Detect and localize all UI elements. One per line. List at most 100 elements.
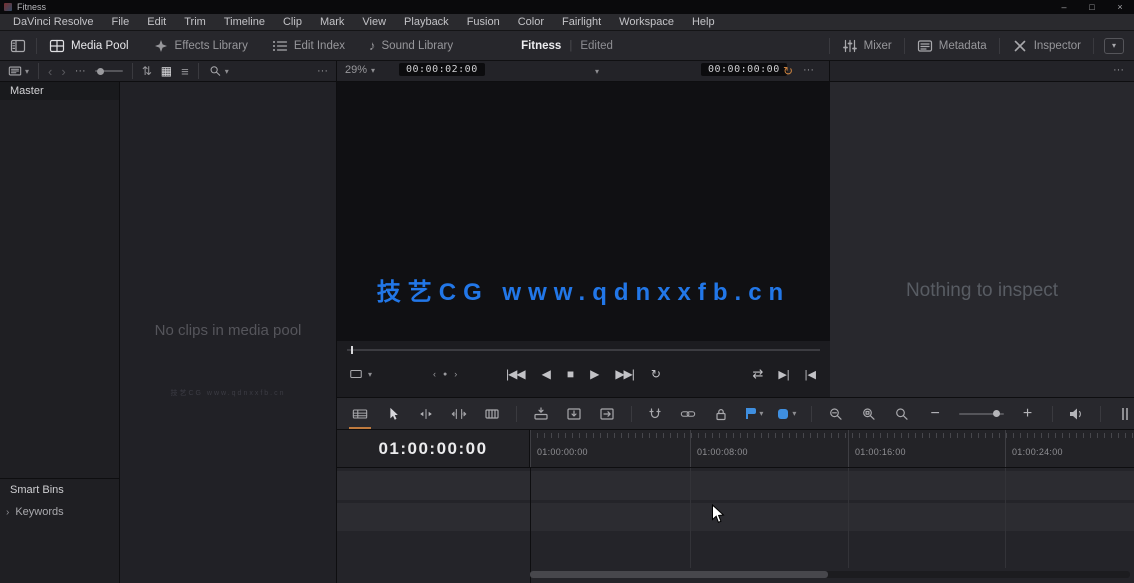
inspector-options-button[interactable]: ··· xyxy=(1113,64,1124,76)
stop-button[interactable]: ■ xyxy=(567,367,573,381)
media-pool-button[interactable]: Media Pool xyxy=(37,31,141,60)
effects-library-button[interactable]: Effects Library xyxy=(141,31,260,60)
timeline-view-options-button[interactable] xyxy=(351,403,369,425)
audio-track-lane[interactable] xyxy=(337,503,1134,531)
add-marker-dropdown[interactable]: ▾ xyxy=(778,403,796,425)
jog-control[interactable]: ‹ ● › xyxy=(433,369,457,379)
menu-timeline[interactable]: Timeline xyxy=(215,16,274,28)
timeline-select-dropdown[interactable]: ▾ xyxy=(595,67,599,76)
menu-trim[interactable]: Trim xyxy=(175,16,215,28)
sound-library-button[interactable]: ♪ Sound Library xyxy=(357,31,465,60)
thumbnail-view-button[interactable]: ▦ xyxy=(161,64,172,78)
audio-monitor-button[interactable] xyxy=(1067,403,1085,425)
linked-selection-button[interactable] xyxy=(679,403,697,425)
edit-index-icon xyxy=(272,39,288,53)
media-pool-panel-toggle-button[interactable] xyxy=(0,31,36,60)
aspect-icon xyxy=(349,368,363,380)
bin-master[interactable]: Master xyxy=(0,82,119,100)
timeline-zoom-slider[interactable] xyxy=(959,413,1003,415)
viewer-scrubber-bar[interactable] xyxy=(347,349,820,351)
timeline-timecode-display[interactable]: 01:00:00:00 xyxy=(337,430,530,467)
flag-clip-dropdown[interactable]: ▾ xyxy=(745,403,763,425)
bin-more-options-button[interactable]: ··· xyxy=(75,65,86,77)
media-pool-panel[interactable]: No clips in media pool 技艺CG www.qdnxxfb.… xyxy=(120,82,337,583)
timeline-ruler[interactable]: 01:00:00:00 01:00:08:00 01:00:16:00 01:0… xyxy=(530,430,1134,467)
minimize-button[interactable]: – xyxy=(1050,2,1078,12)
viewer-duration-timecode[interactable]: 00:00:02:00 xyxy=(399,63,485,76)
viewer-playhead[interactable] xyxy=(351,346,353,354)
replace-clip-icon xyxy=(599,407,615,421)
menu-clip[interactable]: Clip xyxy=(274,16,311,28)
viewer-video-area[interactable]: 技艺CG www.qdnxxfb.cn xyxy=(337,82,830,341)
blade-edit-mode-button[interactable] xyxy=(483,403,501,425)
media-pool-icon xyxy=(49,39,65,53)
maximize-button[interactable]: □ xyxy=(1078,2,1106,12)
bin-back-button[interactable]: ‹ xyxy=(48,64,52,79)
menu-mark[interactable]: Mark xyxy=(311,16,353,28)
overwrite-clip-button[interactable] xyxy=(565,403,583,425)
position-lock-button[interactable] xyxy=(712,403,730,425)
menu-playback[interactable]: Playback xyxy=(395,16,458,28)
timeline-tracks-area[interactable] xyxy=(337,468,1134,583)
previous-edit-button[interactable]: |◀ xyxy=(805,368,816,381)
bin-view-dropdown[interactable]: ▾ xyxy=(8,65,29,77)
metadata-icon xyxy=(917,39,933,53)
menu-view[interactable]: View xyxy=(353,16,395,28)
full-extent-zoom-button[interactable] xyxy=(827,403,845,425)
media-pool-options-button[interactable]: ··· xyxy=(317,65,328,77)
mixer-button[interactable]: Mixer xyxy=(830,31,904,60)
playback-buttons: |◀◀ ◀ ■ ▶ ▶▶| ↻ xyxy=(506,367,661,381)
keywords-group[interactable]: › Keywords xyxy=(6,506,64,518)
menu-fairlight[interactable]: Fairlight xyxy=(553,16,610,28)
chevron-down-icon: ▾ xyxy=(792,409,796,418)
inspector-button[interactable]: Inspector xyxy=(1000,31,1093,60)
loop-playback-button[interactable]: ↻ xyxy=(651,367,661,381)
sort-order-button[interactable]: ⇅ xyxy=(142,64,152,78)
menu-fusion[interactable]: Fusion xyxy=(458,16,509,28)
trim-edit-mode-button[interactable] xyxy=(417,403,435,425)
viewer-zoom-dropdown[interactable]: 29% ▾ xyxy=(345,64,375,76)
insert-clip-button[interactable] xyxy=(532,403,550,425)
timeline-toolbar-divider xyxy=(516,406,517,422)
thumbnail-size-slider[interactable] xyxy=(95,70,123,72)
loop-region-button[interactable]: ⇄ xyxy=(752,366,763,382)
dynamic-trim-mode-button[interactable] xyxy=(450,403,468,425)
viewer-current-timecode[interactable]: 00:00:00:00 xyxy=(701,63,787,76)
viewer-options-button[interactable]: ··· xyxy=(803,64,814,76)
speaker-icon xyxy=(1068,407,1084,421)
menu-workspace[interactable]: Workspace xyxy=(610,16,683,28)
snapping-button[interactable] xyxy=(646,403,664,425)
media-pool-search-button[interactable]: ▾ xyxy=(208,65,229,77)
menu-help[interactable]: Help xyxy=(683,16,724,28)
menu-davinci-resolve[interactable]: DaVinci Resolve xyxy=(4,16,103,28)
custom-zoom-button[interactable] xyxy=(893,403,911,425)
close-button[interactable]: × xyxy=(1106,2,1134,12)
slider-knob[interactable] xyxy=(97,68,104,75)
next-edit-button[interactable]: ▶| xyxy=(778,368,789,381)
menu-file[interactable]: File xyxy=(103,16,139,28)
play-reverse-button[interactable]: ◀ xyxy=(542,367,550,381)
timeline-hscrollbar-thumb[interactable] xyxy=(530,571,828,578)
zoom-out-button[interactable]: − xyxy=(926,403,944,425)
zoom-slider-knob[interactable] xyxy=(993,410,1000,417)
smart-bins-header[interactable]: Smart Bins xyxy=(10,484,64,496)
menu-edit[interactable]: Edit xyxy=(138,16,175,28)
first-frame-button[interactable]: |◀◀ xyxy=(506,367,525,381)
edit-index-button[interactable]: Edit Index xyxy=(260,31,357,60)
video-track-lane[interactable] xyxy=(337,471,1134,500)
workspace-layout-dropdown[interactable]: ▾ xyxy=(1104,38,1124,54)
timeline-options-handle[interactable] xyxy=(1116,403,1134,425)
sub-toolbar: ▾ ‹ › ··· ⇅ ▦ ≡ ▾ ··· 29% ▾ 00:00:02:00 xyxy=(0,61,1134,82)
replace-clip-button[interactable] xyxy=(598,403,616,425)
metadata-button[interactable]: Metadata xyxy=(905,31,999,60)
list-view-button[interactable]: ≡ xyxy=(181,64,189,79)
viewer-aspect-dropdown[interactable]: ▾ xyxy=(349,368,372,380)
detail-zoom-button[interactable] xyxy=(860,403,878,425)
bin-forward-button[interactable]: › xyxy=(61,64,65,79)
last-frame-button[interactable]: ▶▶| xyxy=(615,367,634,381)
selection-mode-button[interactable] xyxy=(384,403,402,425)
menu-color[interactable]: Color xyxy=(509,16,553,28)
zoom-in-button[interactable]: + xyxy=(1019,403,1037,425)
match-frame-loop-icon[interactable]: ↻ xyxy=(783,64,793,78)
play-button[interactable]: ▶ xyxy=(590,367,598,381)
